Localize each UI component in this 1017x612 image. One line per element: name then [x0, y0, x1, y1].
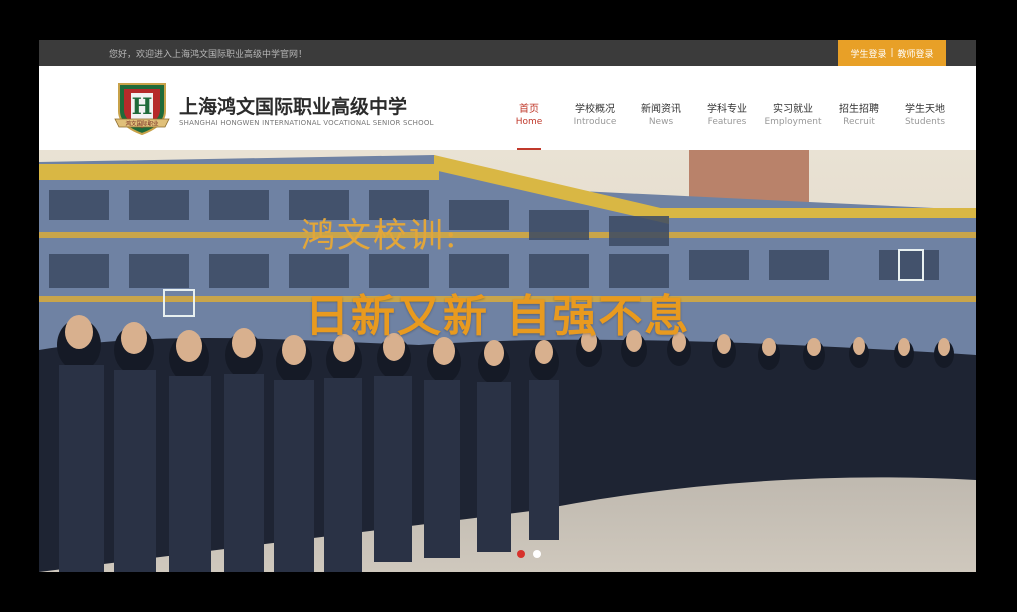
banner-photo [39, 150, 976, 572]
device-frame: 您好，欢迎进入上海鸿文国际职业高级中学官网！ 学生登录 | 教师登录 H 鸿文国… [0, 0, 1017, 612]
nav-label-en: Recruit [843, 117, 875, 127]
nav-label-cn: 学科专业 [707, 104, 747, 115]
nav-item-employment[interactable]: 实习就业 Employment [760, 100, 826, 127]
nav-label-cn: 实习就业 [773, 104, 813, 115]
login-box: 学生登录 | 教师登录 [838, 40, 946, 66]
nav-label-cn: 学生天地 [905, 104, 945, 115]
top-bar: 您好，欢迎进入上海鸿文国际职业高级中学官网！ 学生登录 | 教师登录 [39, 40, 976, 66]
nav-label-en: Home [515, 117, 543, 127]
slider-dot-active[interactable] [517, 550, 525, 558]
slider-dot[interactable] [533, 550, 541, 558]
school-logo[interactable]: H 鸿文国际职业 [113, 81, 171, 135]
nav-item-recruit[interactable]: 招生招聘 Recruit [826, 100, 892, 127]
teacher-login-link[interactable]: 教师登录 [898, 47, 934, 60]
welcome-text: 您好，欢迎进入上海鸿文国际职业高级中学官网！ [109, 50, 308, 60]
nav-item-introduce[interactable]: 学校概况 Introduce [562, 100, 628, 127]
svg-text:H: H [132, 94, 153, 120]
login-separator: | [890, 48, 894, 58]
nav-label-en: Students [904, 117, 946, 127]
svg-text:鸿文国际职业: 鸿文国际职业 [125, 120, 159, 128]
nav-item-students[interactable]: 学生天地 Students [892, 100, 958, 127]
browser-viewport: 您好，欢迎进入上海鸿文国际职业高级中学官网！ 学生登录 | 教师登录 H 鸿文国… [39, 40, 976, 572]
banner-motto-title: 鸿文校训: [301, 216, 459, 256]
nav-label-en: Features [707, 117, 747, 127]
hero-banner[interactable]: 鸿文校训: 日新又新 自强不息 [39, 150, 976, 572]
nav-item-features[interactable]: 学科专业 Features [694, 100, 760, 127]
school-name-cn: 上海鸿文国际职业高级中学 [179, 96, 408, 118]
nav-label-en: News [648, 117, 674, 127]
slider-dots [517, 550, 541, 558]
nav-label-cn: 招生招聘 [839, 104, 879, 115]
nav-label-en: Employment [764, 117, 822, 127]
school-name-en: SHANGHAI HONGWEN INTERNATIONAL VOCATIONA… [179, 119, 434, 127]
banner-motto-text: 日新又新 自强不息 [305, 291, 691, 342]
nav-label-en: Introduce [573, 117, 617, 127]
site-header: H 鸿文国际职业 上海鸿文国际职业高级中学 SHANGHAI HONGWEN I… [39, 66, 976, 150]
nav-label-cn: 首页 [519, 104, 539, 115]
main-nav: 首页 Home 学校概况 Introduce 新闻资讯 News 学科专业 Fe… [496, 100, 958, 150]
student-login-link[interactable]: 学生登录 [850, 47, 886, 60]
nav-label-cn: 学校概况 [575, 104, 615, 115]
nav-item-news[interactable]: 新闻资讯 News [628, 100, 694, 127]
nav-label-cn: 新闻资讯 [641, 104, 681, 115]
nav-item-home[interactable]: 首页 Home [496, 100, 562, 150]
